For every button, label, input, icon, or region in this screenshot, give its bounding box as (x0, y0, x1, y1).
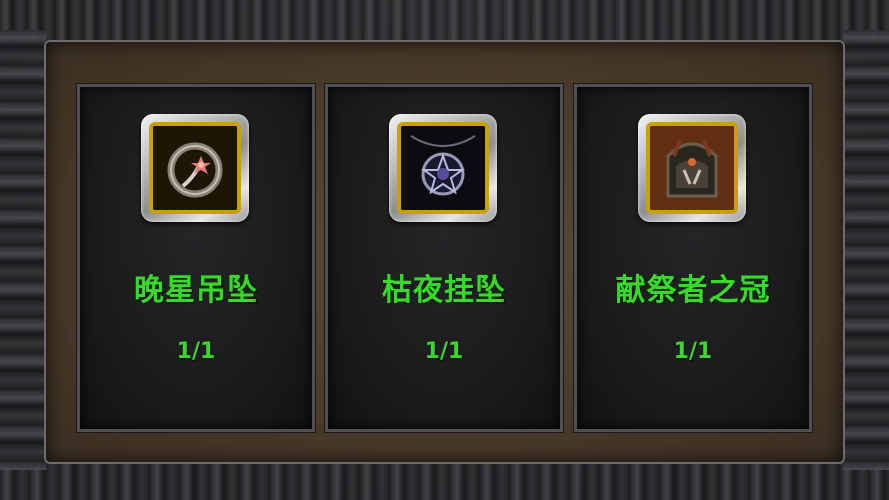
item-icon-frame[interactable] (638, 114, 746, 222)
item-count: 1/1 (176, 339, 216, 364)
item-count: 1/1 (673, 339, 713, 364)
item-icon-frame[interactable] (389, 114, 497, 222)
ornate-right-border (843, 30, 889, 470)
item-icon-holder (646, 122, 738, 214)
item-slot-1[interactable]: 晚星吊坠 1/1 (76, 83, 316, 433)
ornate-bottom-border (0, 460, 889, 500)
item-count: 1/1 (424, 339, 464, 364)
item-slot-2[interactable]: 枯夜挂坠 1/1 (324, 83, 564, 433)
pentagram-necklace-icon (401, 126, 485, 210)
reward-window: 晚星吊坠 1/1 枯夜挂坠 1/1 献祭者之冠 1/1 (0, 0, 889, 500)
sacrifice-crown-icon (650, 126, 734, 210)
item-name: 晚星吊坠 (134, 273, 258, 308)
star-pendant-icon (153, 126, 237, 210)
ornate-left-border (0, 30, 46, 470)
ornate-top-border (0, 0, 889, 44)
item-slot-3[interactable]: 献祭者之冠 1/1 (573, 83, 813, 433)
item-icon-holder (397, 122, 489, 214)
item-name: 枯夜挂坠 (382, 273, 506, 308)
item-name: 献祭者之冠 (615, 273, 771, 308)
item-icon-holder (149, 122, 241, 214)
item-icon-frame[interactable] (141, 114, 249, 222)
